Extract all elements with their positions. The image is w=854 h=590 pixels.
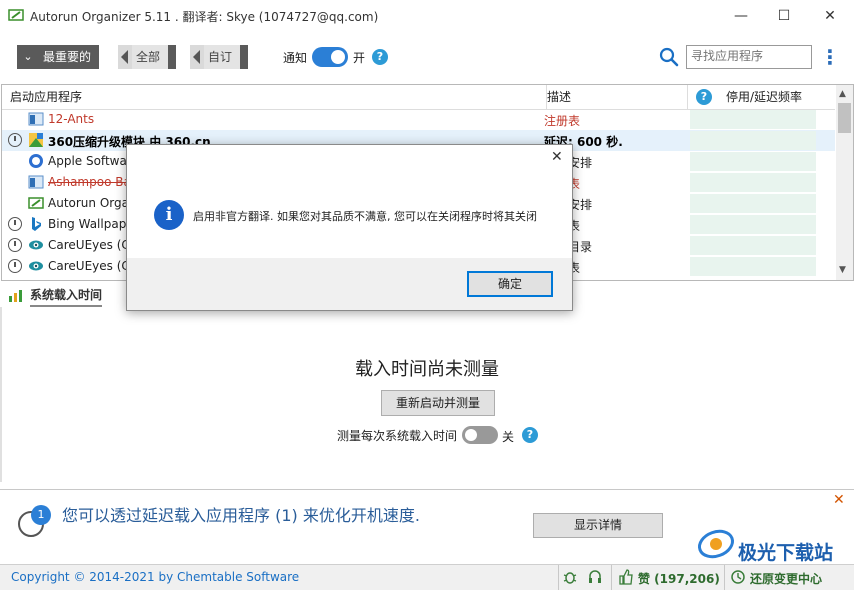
show-details-button[interactable]: 显示详情	[533, 513, 663, 538]
filter-all-button[interactable]: 全部	[118, 45, 177, 69]
row-frequency-cell	[690, 152, 816, 171]
watermark-logo	[698, 529, 734, 559]
watermark-text: 极光下载站	[738, 542, 834, 564]
ok-button[interactable]: 确定	[467, 271, 553, 297]
eye-icon	[28, 237, 44, 253]
divider	[611, 565, 612, 590]
notify-label: 通知	[283, 51, 308, 65]
row-app-name: Ashampoo Bac	[48, 175, 138, 189]
info-icon: i	[154, 200, 184, 230]
dialog-message: 启用非官方翻译. 如果您对其品质不满意, 您可以在关闭程序时将其关闭	[193, 210, 537, 223]
toggle-knob	[465, 429, 477, 441]
notify-toggle[interactable]	[312, 47, 348, 67]
help-icon[interactable]: ?	[372, 49, 388, 65]
window-icon	[28, 174, 44, 190]
row-description: 注册表	[544, 114, 581, 128]
divider	[240, 45, 249, 69]
thumbs-up-icon[interactable]	[618, 569, 634, 585]
help-icon[interactable]: ?	[522, 427, 538, 443]
filter-custom-label: 自订	[204, 45, 241, 69]
clock-icon	[8, 133, 22, 147]
filter-all-label: 全部	[132, 45, 169, 69]
autorun-icon	[28, 195, 44, 211]
row-frequency-cell	[690, 173, 816, 192]
column-header-freq-label: 停用/延迟频率	[726, 90, 803, 104]
restore-center-link[interactable]: 还原变更中心	[750, 570, 822, 587]
likes-count[interactable]: 赞 (197,206)	[638, 570, 720, 587]
row-frequency-cell	[690, 194, 816, 213]
scroll-up-icon[interactable]: ▲	[839, 89, 849, 99]
row-frequency-cell	[690, 257, 816, 276]
notify-state: 开	[353, 51, 366, 65]
tip-text: 您可以透过延迟载入应用程序 (1) 来优化开机速度.	[62, 506, 420, 525]
maximize-button[interactable]: ☐	[769, 4, 799, 28]
app-icon	[8, 9, 24, 21]
window-title: Autorun Organizer 5.11 . 翻译者: Skye (1074…	[30, 10, 379, 24]
dialog-close-button[interactable]: ✕	[551, 149, 563, 165]
chevron-left-icon	[118, 45, 132, 69]
restore-icon[interactable]	[730, 569, 746, 585]
table-row[interactable]: 12-Ants 注册表	[2, 109, 835, 130]
filter-important-label: 最重要的	[39, 45, 100, 69]
copyright-link[interactable]: Copyright © 2014-2021 by Chemtable Softw…	[11, 570, 299, 584]
measure-state: 关	[502, 430, 515, 444]
filter-custom-button[interactable]: 自订	[190, 45, 249, 69]
more-menu-icon[interactable]: ⋮	[820, 44, 840, 70]
chevron-left-icon	[190, 45, 204, 69]
apple-update-icon	[28, 153, 44, 169]
pane-edge	[0, 307, 2, 482]
filter-important-button[interactable]: ⌄ 最重要的	[17, 45, 100, 69]
help-icon[interactable]: ?	[696, 89, 712, 105]
row-app-name: 12-Ants	[48, 112, 95, 126]
tip-badge: 1	[31, 505, 51, 525]
chart-icon	[9, 290, 22, 302]
search-icon[interactable]	[659, 47, 679, 67]
chevron-down-icon: ⌄	[17, 45, 39, 69]
tip-close-icon[interactable]: ✕	[833, 492, 845, 508]
bing-icon	[28, 216, 44, 232]
headset-icon[interactable]	[587, 569, 603, 585]
status-bar: Copyright © 2014-2021 by Chemtable Softw…	[0, 564, 854, 590]
close-button[interactable]: ✕	[815, 4, 845, 28]
restart-measure-button[interactable]: 重新启动并测量	[381, 390, 495, 416]
row-frequency-cell	[690, 215, 816, 234]
divider	[724, 565, 725, 590]
column-header-app[interactable]: 启动应用程序	[2, 85, 547, 110]
window-icon	[28, 111, 44, 127]
scroll-down-icon[interactable]: ▼	[839, 265, 849, 275]
not-measured-heading: 载入时间尚未测量	[355, 359, 499, 380]
bug-icon[interactable]	[562, 569, 578, 585]
360-icon	[28, 132, 44, 148]
vertical-scrollbar[interactable]: ▲ ▼	[836, 85, 853, 280]
eye-icon	[28, 258, 44, 274]
tab-load-time-label: 系统载入时间	[30, 286, 103, 307]
search-field[interactable]	[686, 45, 812, 69]
search-input[interactable]	[687, 46, 811, 66]
divider	[168, 45, 177, 69]
row-frequency-cell	[690, 110, 816, 129]
measure-toggle[interactable]	[462, 426, 498, 444]
translation-dialog: ✕ i 启用非官方翻译. 如果您对其品质不满意, 您可以在关闭程序时将其关闭 确…	[126, 144, 573, 311]
title-bar: Autorun Organizer 5.11 . 翻译者: Skye (1074…	[0, 0, 854, 32]
row-frequency-cell	[690, 131, 816, 150]
clock-icon	[8, 259, 22, 273]
row-app-name: Autorun Organ	[48, 196, 137, 210]
divider	[558, 565, 559, 590]
clock-icon	[8, 217, 22, 231]
scroll-thumb[interactable]	[838, 103, 851, 133]
clock-icon	[8, 238, 22, 252]
column-header-freq[interactable]: ? 停用/延迟频率	[688, 85, 835, 110]
column-header-desc[interactable]: 描述	[547, 85, 688, 110]
row-frequency-cell	[690, 236, 816, 255]
minimize-button[interactable]: —	[726, 4, 756, 28]
measure-label: 测量每次系统载入时间	[337, 429, 458, 443]
toggle-knob	[331, 50, 345, 64]
